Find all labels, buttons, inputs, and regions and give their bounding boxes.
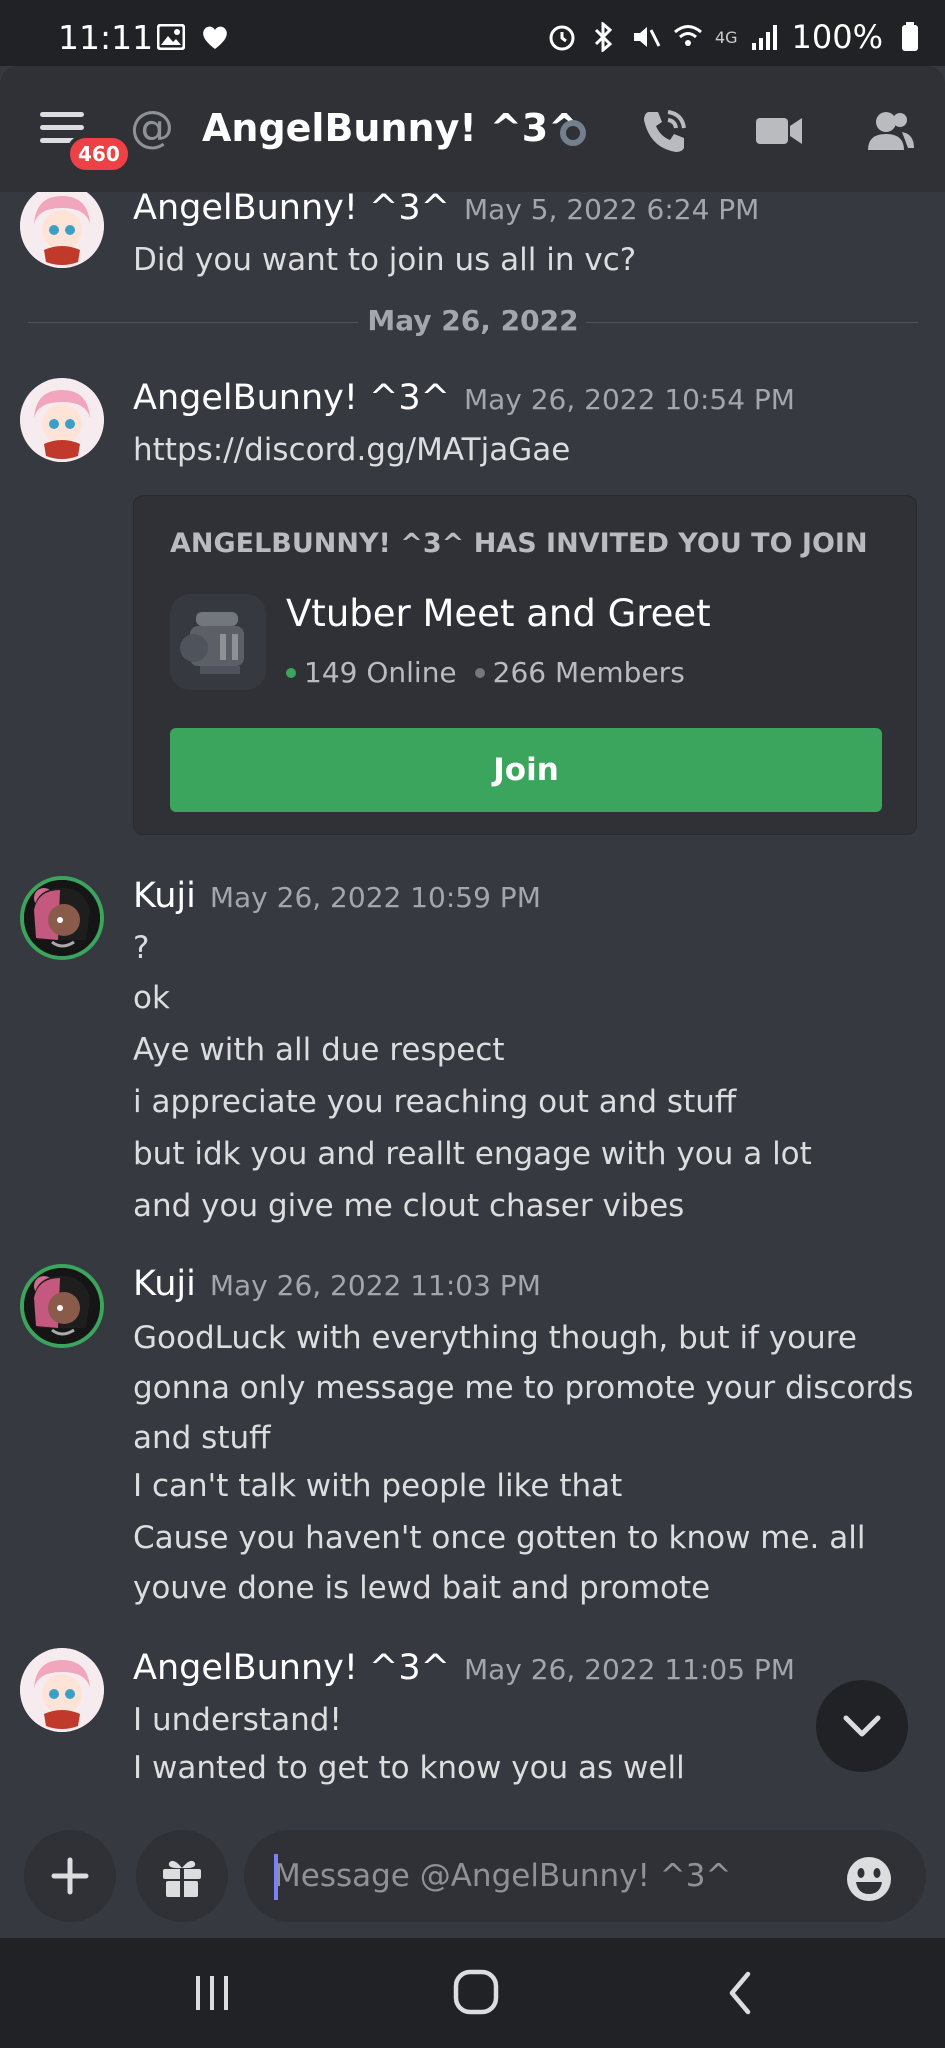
server-icon	[170, 594, 266, 690]
offline-status-icon	[558, 118, 588, 152]
heart-icon	[200, 22, 230, 52]
message-timestamp: May 26, 2022 11:03 PM	[209, 1269, 541, 1302]
avatar[interactable]	[20, 1648, 104, 1732]
home-icon[interactable]	[446, 1966, 506, 2020]
message-text: ok	[133, 980, 170, 1016]
message-timestamp: May 26, 2022 10:59 PM	[209, 881, 541, 914]
date-divider-label: May 26, 2022	[367, 304, 579, 337]
recents-icon[interactable]	[182, 1966, 242, 2020]
add-attachment-button[interactable]	[24, 1830, 116, 1922]
join-button[interactable]: Join	[170, 728, 882, 812]
battery-icon	[895, 22, 925, 52]
invite-link[interactable]: https://discord.gg/MATjaGae	[133, 432, 570, 468]
member-count: 266 Members	[492, 656, 685, 689]
message-text: but idk you and reallt engage with you a…	[133, 1136, 812, 1172]
message-text: i appreciate you reaching out and stuff	[133, 1084, 737, 1120]
avatar[interactable]	[20, 378, 104, 462]
channel-title[interactable]: AngelBunny! ^3^	[202, 106, 580, 150]
online-dot	[286, 667, 296, 678]
back-icon[interactable]	[710, 1966, 770, 2020]
chevron-down-icon	[843, 1715, 881, 1737]
message-author[interactable]: AngelBunny! ^3^	[133, 1648, 450, 1688]
avatar[interactable]	[20, 1264, 104, 1348]
signal-icon	[750, 22, 780, 52]
message-text: Aye with all due respect	[133, 1032, 505, 1068]
bluetooth-icon	[589, 22, 619, 52]
channel-header: 460 @ AngelBunny! ^3^	[0, 66, 945, 192]
date-divider: May 26, 2022	[28, 302, 918, 342]
system-navigation-bar	[0, 1938, 945, 2048]
gift-icon	[163, 1860, 201, 1897]
message-text: gonna only message me to promote your di…	[133, 1370, 914, 1406]
server-name: Vtuber Meet and Greet	[286, 592, 711, 635]
alarm-icon	[547, 22, 577, 52]
text-caret	[274, 1854, 278, 1900]
invite-heading: ANGELBUNNY! ^3^ HAS INVITED YOU TO JOIN	[170, 528, 868, 559]
message-text: Cause you haven't once gotten to know me…	[133, 1520, 866, 1556]
message-text: GoodLuck with everything though, but if …	[133, 1320, 857, 1356]
jump-to-present-button[interactable]	[816, 1680, 908, 1772]
message-author[interactable]: AngelBunny! ^3^	[133, 192, 450, 228]
message-timestamp: May 5, 2022 6:24 PM	[463, 193, 760, 226]
plus-icon	[51, 1857, 89, 1895]
mute-icon	[631, 22, 661, 52]
message-author[interactable]: Kuji	[133, 1264, 196, 1304]
avatar[interactable]	[20, 876, 104, 960]
message-text: I wanted to get to know you as well	[133, 1750, 685, 1786]
emoji-icon[interactable]	[846, 1856, 892, 1902]
message-list[interactable]: AngelBunny! ^3^ May 5, 2022 6:24 PM Did y…	[0, 192, 945, 1824]
message-text: ?	[133, 930, 150, 966]
members-icon[interactable]	[862, 104, 916, 158]
message-text: and you give me clout chaser vibes	[133, 1188, 685, 1224]
status-time: 11:11	[58, 18, 154, 57]
members-dot	[474, 667, 485, 678]
message-author[interactable]: Kuji	[133, 876, 196, 916]
message-text: I understand!	[133, 1702, 342, 1738]
notification-badge: 460	[66, 134, 132, 174]
online-count: 149 Online	[304, 656, 457, 689]
battery-percent: 100%	[791, 18, 883, 56]
at-icon: @	[130, 102, 174, 153]
video-call-icon[interactable]	[752, 104, 806, 158]
message-text: I can't talk with people like that	[133, 1468, 623, 1504]
message-text: Did you want to join us all in vc?	[133, 242, 637, 278]
gallery-icon	[156, 22, 186, 52]
avatar[interactable]	[20, 192, 104, 268]
message-composer	[0, 1824, 945, 1938]
message-text: and stuff	[133, 1420, 271, 1456]
message-input[interactable]	[244, 1830, 926, 1922]
status-bar: 11:11 4G 100%	[0, 0, 945, 66]
server-invite-card: ANGELBUNNY! ^3^ HAS INVITED YOU TO JOIN …	[133, 495, 917, 835]
network-label: 4G	[714, 27, 738, 47]
gift-button[interactable]	[136, 1830, 228, 1922]
message-timestamp: May 26, 2022 10:54 PM	[463, 383, 795, 416]
wifi-icon	[673, 22, 703, 52]
message-timestamp: May 26, 2022 11:05 PM	[463, 1653, 795, 1686]
message-text: youve done is lewd bait and promote	[133, 1570, 711, 1606]
message-author[interactable]: AngelBunny! ^3^	[133, 378, 450, 418]
voice-call-icon[interactable]	[638, 104, 692, 158]
